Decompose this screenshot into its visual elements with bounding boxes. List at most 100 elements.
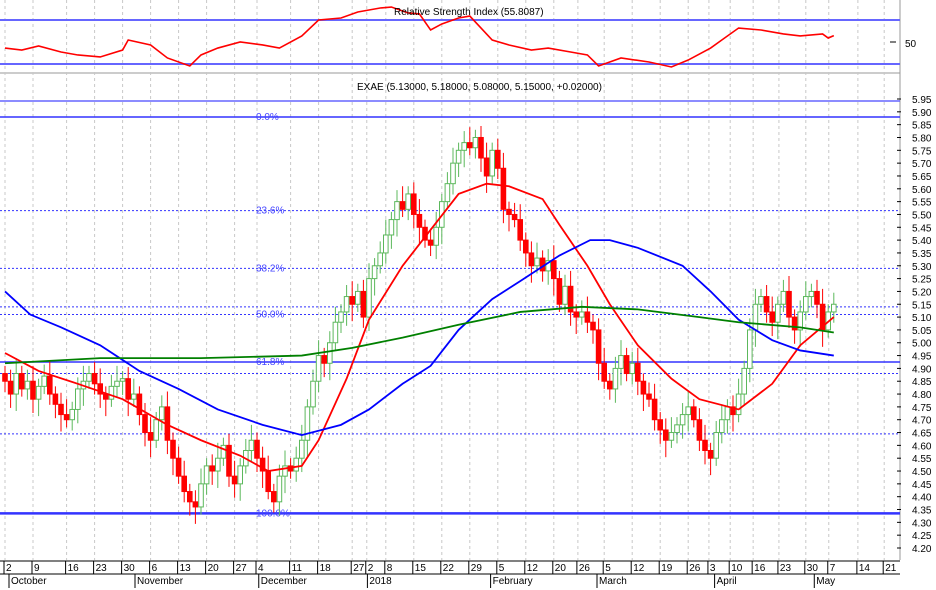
candle-up <box>159 406 165 421</box>
candle-up <box>198 483 204 508</box>
candle-down <box>7 380 14 395</box>
candle-up <box>612 367 619 390</box>
fib-label: 61.8% <box>256 357 284 368</box>
candle-down <box>321 355 327 364</box>
candle-up <box>377 252 383 267</box>
y-tick-label: 4.90 <box>912 364 932 375</box>
candle-up <box>534 257 540 267</box>
candle-up <box>472 136 479 149</box>
candle-up <box>86 373 92 382</box>
x-tick-label: 4 <box>258 563 264 574</box>
x-tick-label: 29 <box>471 563 483 574</box>
candle-up <box>489 149 495 177</box>
y-tick-label: 5.80 <box>912 133 932 144</box>
candle-up <box>618 355 624 369</box>
x-tick-label: 12 <box>527 563 539 574</box>
candle-up <box>371 265 378 280</box>
candle-up <box>366 278 372 318</box>
x-tick-label: 22 <box>443 563 455 574</box>
candle-down <box>147 432 154 441</box>
candle-up <box>310 380 316 408</box>
y-tick-label: 5.20 <box>912 287 932 298</box>
candle-down <box>635 362 641 382</box>
y-tick-label: 5.35 <box>912 249 932 260</box>
x-tick-label: 2 <box>6 563 12 574</box>
candle-down <box>399 201 406 210</box>
y-tick-label: 4.85 <box>912 377 932 388</box>
candle-down <box>483 157 490 177</box>
y-tick-label: 5.00 <box>912 339 932 350</box>
candle-down <box>349 296 355 305</box>
y-tick-label: 4.40 <box>912 493 932 504</box>
candle-down <box>125 378 132 400</box>
candle-up <box>629 362 636 375</box>
x-tick-label: 10 <box>731 563 743 574</box>
candle-up <box>332 321 339 344</box>
candle-down <box>231 475 238 485</box>
candle-up <box>388 219 395 236</box>
month-label: November <box>137 576 184 587</box>
candle-up <box>338 311 344 323</box>
candle-down <box>623 355 630 375</box>
candle-up <box>35 385 42 400</box>
candle-down <box>192 501 199 508</box>
fib-label: 23.6% <box>256 206 284 217</box>
x-tick-label: 12 <box>633 563 645 574</box>
candle-up <box>276 475 283 503</box>
candle-up <box>119 378 126 382</box>
y-tick-label: 5.40 <box>912 236 932 247</box>
y-tick-label: 4.60 <box>912 441 932 452</box>
moving-average-slow <box>4 305 834 365</box>
candle-down <box>707 450 714 459</box>
y-tick-label: 5.05 <box>912 326 932 337</box>
price-title: EXAE (5.13000, 5.18000, 5.08000, 5.15000… <box>357 82 602 93</box>
x-tick-label: 2 <box>368 563 374 574</box>
y-tick-label: 4.50 <box>912 467 932 478</box>
candle-down <box>651 398 658 421</box>
candle-down <box>360 290 367 318</box>
candle-up <box>237 465 243 485</box>
candles <box>2 125 837 524</box>
month-label: December <box>261 576 308 587</box>
candle-down <box>136 393 143 416</box>
candle-up <box>758 296 764 305</box>
y-tick-label: 4.65 <box>912 429 932 440</box>
candle-up <box>803 296 809 313</box>
y-tick-label: 4.80 <box>912 390 932 401</box>
candle-up <box>735 393 742 416</box>
x-tick-label: 30 <box>124 563 136 574</box>
candle-down <box>517 219 524 241</box>
candle-down <box>175 457 182 477</box>
x-tick-label: 26 <box>579 563 591 574</box>
candle-down <box>769 311 776 323</box>
candle-up <box>685 406 692 416</box>
candle-up <box>327 342 333 364</box>
candle-up <box>562 285 568 305</box>
x-tick-label: 18 <box>320 563 332 574</box>
y-tick-label: 5.95 <box>912 95 932 106</box>
y-tick-label: 4.45 <box>912 480 932 491</box>
y-tick-label: 5.45 <box>912 223 932 234</box>
candle-down <box>187 491 193 503</box>
fib-label: 0.0% <box>256 112 279 123</box>
x-tick-label: 20 <box>208 563 220 574</box>
candle-up <box>679 414 686 426</box>
candle-up <box>831 303 837 313</box>
candle-up <box>203 465 210 485</box>
candle-up <box>13 373 19 395</box>
candle-down <box>467 142 473 149</box>
y-tick-label: 5.15 <box>912 300 932 311</box>
month-label: March <box>599 576 627 587</box>
y-axis: 5.95 5.90 5.855.80 5.75 5.70 5.65 5.60 5.555.50… <box>897 95 932 555</box>
fib-label: 38.2% <box>256 263 284 274</box>
candle-down <box>427 239 434 246</box>
month-label: October <box>11 576 47 587</box>
candle-up <box>394 201 400 221</box>
candle-down <box>506 208 512 215</box>
candle-up <box>780 290 787 305</box>
candle-up <box>248 439 255 452</box>
x-tick-label: 13 <box>180 563 192 574</box>
candle-up <box>674 424 680 434</box>
x-tick-label: 5 <box>605 563 611 574</box>
candle-up <box>69 408 76 421</box>
